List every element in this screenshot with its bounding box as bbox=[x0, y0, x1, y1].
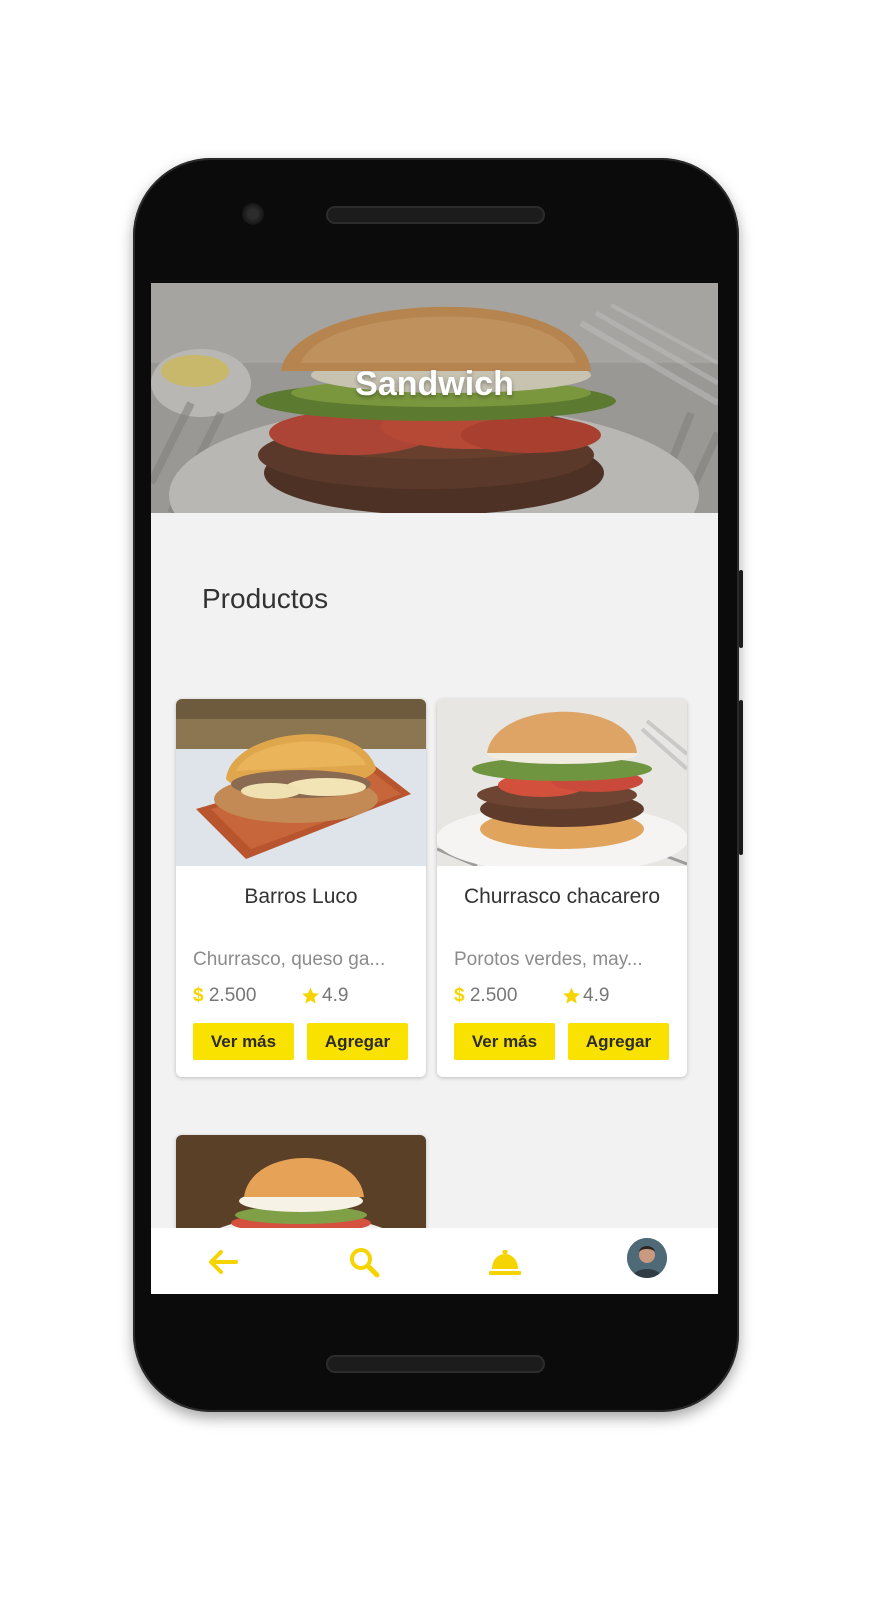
power-button bbox=[739, 700, 743, 855]
product-image bbox=[176, 699, 426, 866]
rating-value: 4.9 bbox=[322, 985, 349, 1006]
product-name: Barros Luco bbox=[244, 885, 358, 908]
star-icon bbox=[563, 987, 580, 1004]
bottom-navigation bbox=[151, 1228, 718, 1294]
volume-button bbox=[739, 570, 743, 648]
app-screen: Sandwich Productos Barros Luco Churrasco… bbox=[151, 283, 718, 1294]
ver-mas-button[interactable]: Ver más bbox=[193, 1023, 294, 1060]
currency-symbol: $ bbox=[193, 985, 204, 1006]
bottom-speaker bbox=[326, 1355, 545, 1373]
back-button[interactable] bbox=[203, 1242, 243, 1282]
currency-symbol: $ bbox=[454, 985, 465, 1006]
ver-mas-button[interactable]: Ver más bbox=[454, 1023, 555, 1060]
product-card[interactable]: Churrasco chacarero Porotos verdes, may.… bbox=[437, 699, 687, 1077]
search-icon bbox=[350, 1248, 380, 1278]
section-title: Productos bbox=[202, 583, 329, 614]
agregar-button[interactable]: Agregar bbox=[307, 1023, 408, 1060]
agregar-button[interactable]: Agregar bbox=[568, 1023, 669, 1060]
page-title: Sandwich bbox=[355, 365, 514, 403]
price-row: $ 2.500 4.9 bbox=[193, 985, 414, 1011]
price-row: $ 2.500 4.9 bbox=[454, 985, 675, 1011]
product-image bbox=[437, 699, 687, 866]
product-rating: 4.9 bbox=[300, 985, 348, 1007]
product-card[interactable]: Barros Luco Churrasco, queso ga... $ 2.5… bbox=[176, 699, 426, 1077]
product-description: Churrasco, queso ga... bbox=[193, 949, 386, 970]
profile-avatar[interactable] bbox=[627, 1238, 667, 1278]
product-rating: 4.9 bbox=[561, 985, 609, 1007]
back-arrow-icon bbox=[209, 1250, 238, 1274]
earpiece-speaker bbox=[326, 206, 545, 224]
star-icon bbox=[302, 987, 319, 1004]
product-price: 2.500 bbox=[469, 985, 518, 1006]
category-hero-banner: Sandwich bbox=[151, 283, 718, 513]
service-bell-icon bbox=[489, 1250, 521, 1275]
product-price: 2.500 bbox=[208, 985, 257, 1006]
orders-button[interactable] bbox=[485, 1242, 525, 1282]
product-description: Porotos verdes, may... bbox=[454, 949, 643, 970]
rating-value: 4.9 bbox=[583, 985, 610, 1006]
search-button[interactable] bbox=[344, 1242, 384, 1282]
front-camera bbox=[242, 203, 264, 225]
avatar-image bbox=[627, 1238, 667, 1278]
product-name: Churrasco chacarero bbox=[463, 885, 661, 908]
